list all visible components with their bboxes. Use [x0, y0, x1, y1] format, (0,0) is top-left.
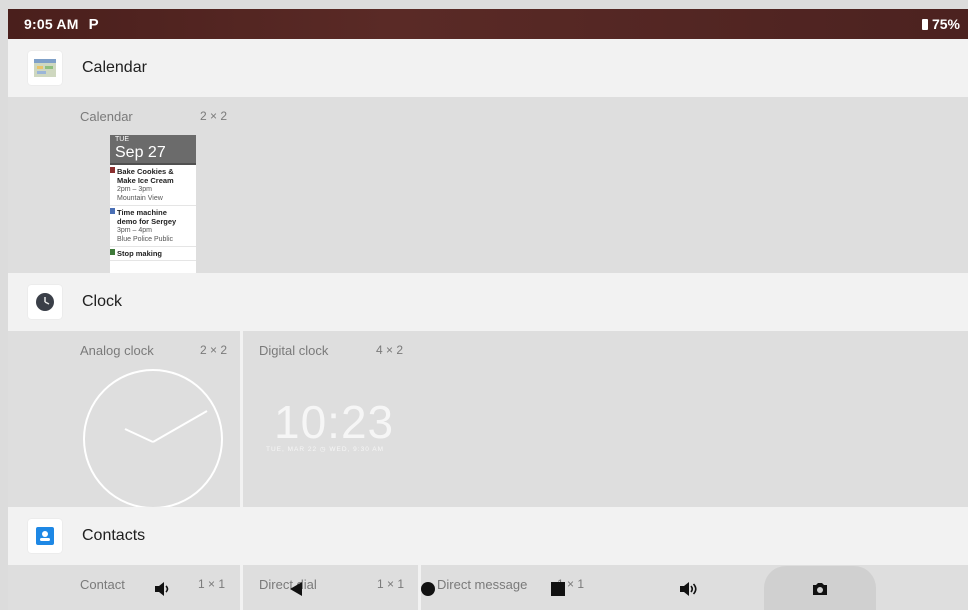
- calendar-event: Stop making: [110, 247, 196, 261]
- camera-icon[interactable]: [808, 577, 832, 601]
- digital-clock-time: 10:23: [274, 396, 395, 448]
- app-header-contacts: Contacts: [8, 507, 968, 565]
- contacts-app-icon: [28, 519, 62, 553]
- calendar-preview-date: Sep 27: [115, 144, 166, 161]
- app-name-clock: Clock: [82, 293, 123, 310]
- widget-size: 4 × 2: [376, 343, 404, 357]
- notification-p-icon: P: [88, 15, 99, 33]
- widget-row-clock: Analog clock 2 × 2 Digital clock 4 × 2 1…: [8, 331, 968, 509]
- battery-level: 75%: [931, 16, 960, 32]
- clock-app-icon: [28, 285, 62, 319]
- app-header-calendar: Calendar: [8, 39, 968, 97]
- event-title: Bake Cookies &: [117, 167, 174, 176]
- navigation-bar: [0, 566, 968, 610]
- home-icon[interactable]: [416, 577, 440, 601]
- battery-indicator: 75%: [921, 16, 960, 32]
- event-title-cont: Make Ice Cream: [117, 176, 174, 185]
- calendar-widget-preview: TUE Sep 27 Bake Cookies & Make Ice Cream…: [110, 135, 196, 273]
- widget-picker: Calendar Calendar 2 × 2 TUE Sep 27 Bake …: [8, 39, 968, 610]
- widget-analog-clock[interactable]: Analog clock 2 × 2: [8, 331, 243, 509]
- widget-title: Analog clock: [80, 343, 154, 358]
- app-name-calendar: Calendar: [82, 59, 147, 76]
- event-title: Time machine: [117, 208, 167, 217]
- volume-down-icon[interactable]: [150, 577, 174, 601]
- event-time: 2pm – 3pm: [117, 186, 153, 193]
- calendar-preview-header: TUE Sep 27: [110, 135, 196, 165]
- event-time: 3pm – 4pm: [117, 227, 153, 234]
- widget-digital-clock[interactable]: Digital clock 4 × 2 10:23 TUE, MAR 22 ◷ …: [243, 331, 968, 507]
- calendar-event: Bake Cookies & Make Ice Cream 2pm – 3pm …: [110, 165, 196, 206]
- widget-size: 2 × 2: [200, 109, 228, 123]
- event-place: Blue Police Public: [117, 236, 174, 243]
- event-color-bar: [110, 167, 115, 173]
- event-color-bar: [110, 249, 115, 255]
- app-name-contacts: Contacts: [82, 527, 146, 544]
- recents-icon[interactable]: [546, 577, 570, 601]
- status-time: 9:05 AM: [24, 16, 79, 32]
- event-title-cont: demo for Sergey: [117, 217, 177, 226]
- volume-up-icon[interactable]: [677, 577, 701, 601]
- digital-clock-subline: TUE, MAR 22 ◷ WED, 9:30 AM: [266, 446, 384, 453]
- event-color-bar: [110, 208, 115, 214]
- calendar-app-icon: [28, 51, 62, 85]
- widget-title: Calendar: [80, 109, 133, 124]
- battery-icon: [921, 18, 928, 30]
- back-icon[interactable]: [284, 577, 308, 601]
- event-title: Stop making: [117, 249, 163, 258]
- calendar-preview-day: TUE: [115, 136, 129, 143]
- calendar-event: Time machine demo for Sergey 3pm – 4pm B…: [110, 206, 196, 247]
- event-place: Mountain View: [117, 195, 163, 202]
- status-bar: 9:05 AM P 75%: [8, 9, 968, 39]
- widget-title: Digital clock: [259, 343, 329, 358]
- widget-size: 2 × 2: [200, 343, 228, 357]
- analog-clock-face: [83, 369, 223, 509]
- app-header-clock: Clock: [8, 273, 968, 331]
